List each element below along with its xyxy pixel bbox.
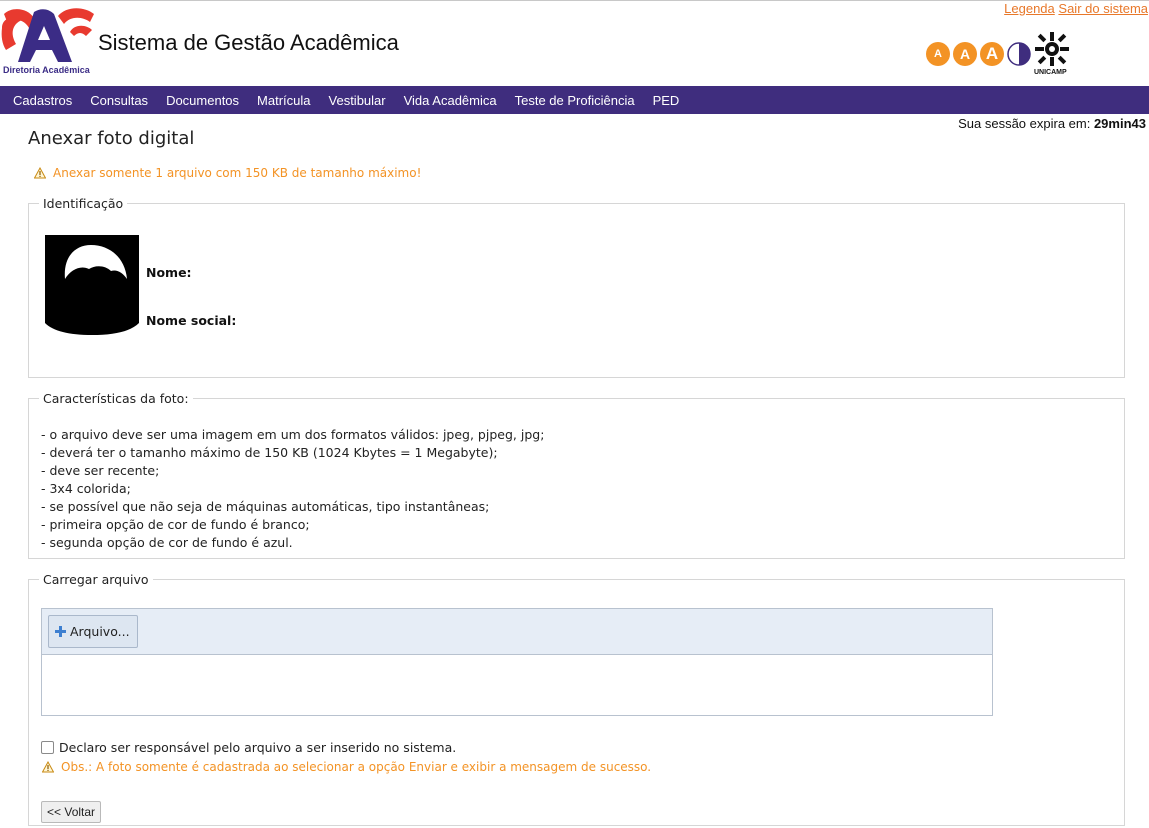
session-time: 29min43 (1093, 116, 1146, 131)
warning-icon (42, 761, 54, 773)
declare-checkbox[interactable] (41, 741, 54, 754)
legend-link[interactable]: Legenda (1004, 1, 1055, 16)
caracteristicas-section: Características da foto: - o arquivo dev… (28, 391, 1125, 559)
nav-item-cadastros[interactable]: Cadastros (13, 93, 72, 108)
header-links: Legenda Sair do sistema (1004, 1, 1148, 16)
nome-social-label: Nome social: (146, 313, 237, 328)
carregar-section: Carregar arquivo Arquivo... Declaro ser … (28, 572, 1125, 826)
nav-item-consultas[interactable]: Consultas (90, 93, 148, 108)
nav-item-vestibular[interactable]: Vestibular (329, 93, 386, 108)
obs-warning: Obs.: A foto somente é cadastrada ao sel… (42, 760, 651, 774)
list-item: - deve ser recente; (41, 463, 160, 478)
identificacao-legend: Identificação (43, 196, 124, 211)
back-button[interactable]: << Voltar (41, 801, 102, 823)
plus-icon (55, 626, 66, 637)
identificacao-section: Identificação Nome: Nome social: (28, 196, 1125, 378)
list-item: - segunda opção de cor de fundo é azul. (41, 535, 293, 550)
list-item: - deverá ter o tamanho máximo de 150 KB … (41, 445, 498, 460)
list-item: - 3x4 colorida; (41, 481, 131, 496)
choose-file-label: Arquivo... (70, 624, 130, 639)
logout-link[interactable]: Sair do sistema (1058, 1, 1148, 16)
font-medium-button[interactable]: A (953, 42, 977, 66)
main-nav: Cadastros Consultas Documentos Matrícula… (0, 86, 1149, 114)
photo-placeholder-icon (45, 235, 139, 343)
list-item: - se possível que não seja de máquinas a… (41, 499, 490, 514)
size-warning-text: Anexar somente 1 arquivo com 150 KB de t… (53, 166, 422, 180)
uploader-toolbar: Arquivo... (42, 609, 992, 655)
page-title: Anexar foto digital (28, 128, 195, 149)
file-uploader: Arquivo... (41, 608, 993, 716)
nav-item-matricula[interactable]: Matrícula (257, 93, 310, 108)
font-large-button[interactable]: A (980, 42, 1004, 66)
obs-warning-text: Obs.: A foto somente é cadastrada ao sel… (61, 760, 652, 774)
header: Diretoria Acadêmica Sistema de Gestão Ac… (0, 0, 1149, 86)
nav-item-teste-proficiencia[interactable]: Teste de Proficiência (515, 93, 635, 108)
declare-label[interactable]: Declaro ser responsável pelo arquivo a s… (59, 740, 456, 755)
unicamp-caption: UNICAMP (1034, 69, 1067, 76)
logo-caption: Diretoria Acadêmica (3, 65, 90, 75)
nav-item-ped[interactable]: PED (653, 93, 680, 108)
contrast-icon[interactable] (1007, 42, 1031, 66)
declare-row: Declaro ser responsável pelo arquivo a s… (41, 740, 456, 755)
app-title: Sistema de Gestão Acadêmica (98, 30, 399, 55)
list-item: - primeira opção de cor de fundo é branc… (41, 517, 310, 532)
caracteristicas-legend: Características da foto: (43, 391, 189, 406)
accessibility-controls: A A A (926, 42, 1031, 68)
nav-item-vida-academica[interactable]: Vida Acadêmica (404, 93, 497, 108)
session-label: Sua sessão expira em: (958, 116, 1091, 131)
nav-item-documentos[interactable]: Documentos (166, 93, 239, 108)
list-item: - o arquivo deve ser uma imagem em um do… (41, 427, 545, 442)
font-small-button[interactable]: A (926, 42, 950, 66)
warning-icon (34, 167, 46, 179)
nome-label: Nome: (146, 265, 192, 280)
caracteristicas-list: - o arquivo deve ser uma imagem em um do… (41, 426, 544, 552)
choose-file-button[interactable]: Arquivo... (48, 615, 138, 648)
size-warning: Anexar somente 1 arquivo com 150 KB de t… (34, 166, 421, 180)
session-timer: Sua sessão expira em: 29min43 (958, 116, 1146, 131)
carregar-legend: Carregar arquivo (43, 572, 149, 587)
